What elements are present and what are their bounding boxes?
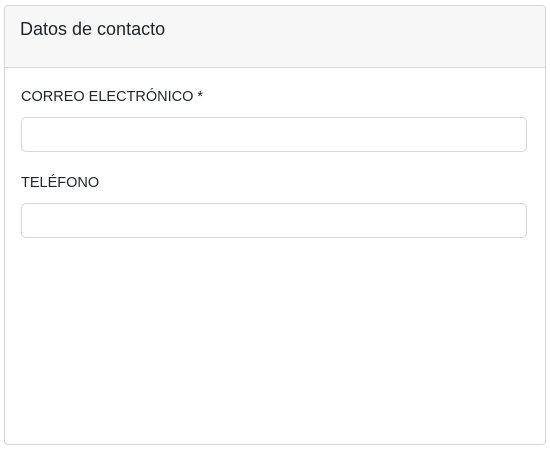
phone-label: TELÉFONO — [21, 175, 100, 191]
email-field[interactable] — [21, 117, 527, 152]
card-title: Datos de contacto — [20, 19, 166, 39]
card-header: Datos de contacto — [5, 6, 545, 68]
phone-field[interactable] — [21, 203, 527, 238]
contact-details-card: Datos de contacto CORREO ELECTRÓNICO * T… — [4, 5, 546, 445]
email-label: CORREO ELECTRÓNICO * — [21, 89, 204, 105]
